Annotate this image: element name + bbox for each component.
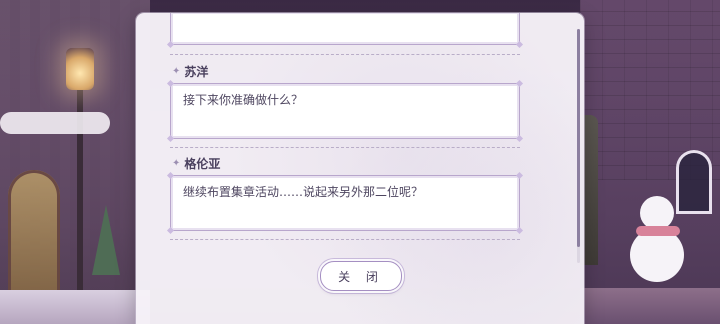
street-lamp bbox=[66, 48, 94, 90]
box-corner-ornament bbox=[515, 40, 524, 49]
box-corner-ornament bbox=[515, 79, 524, 88]
dialog-entry-text: 继续布置集章活动……说起来另外那二位呢？ bbox=[183, 185, 424, 199]
box-corner-ornament bbox=[166, 134, 175, 143]
snowman-body bbox=[630, 228, 684, 282]
background-left-street bbox=[0, 0, 150, 324]
scrollbar-thumb[interactable] bbox=[577, 29, 580, 247]
speaker-name-label: 格伦亚 bbox=[184, 157, 221, 171]
box-corner-ornament bbox=[166, 226, 175, 235]
sparkle-icon: ✦ bbox=[172, 66, 181, 77]
arched-window bbox=[676, 150, 712, 214]
dialog-entry-text-box: 接下来你准确做什么？ bbox=[166, 79, 524, 143]
box-corner-ornament bbox=[166, 79, 175, 88]
building-door bbox=[8, 170, 60, 298]
background-right-street bbox=[580, 0, 720, 324]
dialog-entry-text: 接下来你准确做什么？ bbox=[183, 93, 304, 107]
speaker-name: ✦ 苏洋 bbox=[172, 63, 208, 80]
sparkle-icon: ✦ bbox=[172, 158, 181, 169]
snowman-head bbox=[640, 196, 674, 230]
game-scene: ✦ 苏洋 接下来你准确做什么？ ✦ 格伦亚 继续布置集章活动……说起来另外那二位… bbox=[0, 0, 720, 324]
speaker-name-label: 苏洋 bbox=[184, 65, 209, 79]
dialog-entry-text-box bbox=[166, 13, 524, 49]
box-corner-ornament bbox=[515, 134, 524, 143]
roof-snow bbox=[0, 112, 110, 134]
box-corner-ornament bbox=[515, 226, 524, 235]
box-corner-ornament bbox=[166, 171, 175, 180]
speaker-name: ✦ 格伦亚 bbox=[172, 155, 220, 172]
dialog-log-panel: ✦ 苏洋 接下来你准确做什么？ ✦ 格伦亚 继续布置集章活动……说起来另外那二位… bbox=[136, 13, 584, 324]
christmas-tree bbox=[92, 205, 120, 275]
entry-divider bbox=[170, 54, 520, 55]
dialog-entry-text-box: 继续布置集章活动……说起来另外那二位呢？ bbox=[166, 171, 524, 235]
close-button[interactable]: 关 闭 bbox=[320, 261, 402, 291]
box-corner-ornament bbox=[515, 171, 524, 180]
street-ground bbox=[580, 288, 720, 324]
box-corner-ornament bbox=[166, 40, 175, 49]
snowman-scarf bbox=[636, 226, 680, 236]
entry-divider bbox=[170, 147, 520, 148]
snowy-ground bbox=[0, 290, 150, 324]
entry-divider bbox=[170, 239, 520, 240]
